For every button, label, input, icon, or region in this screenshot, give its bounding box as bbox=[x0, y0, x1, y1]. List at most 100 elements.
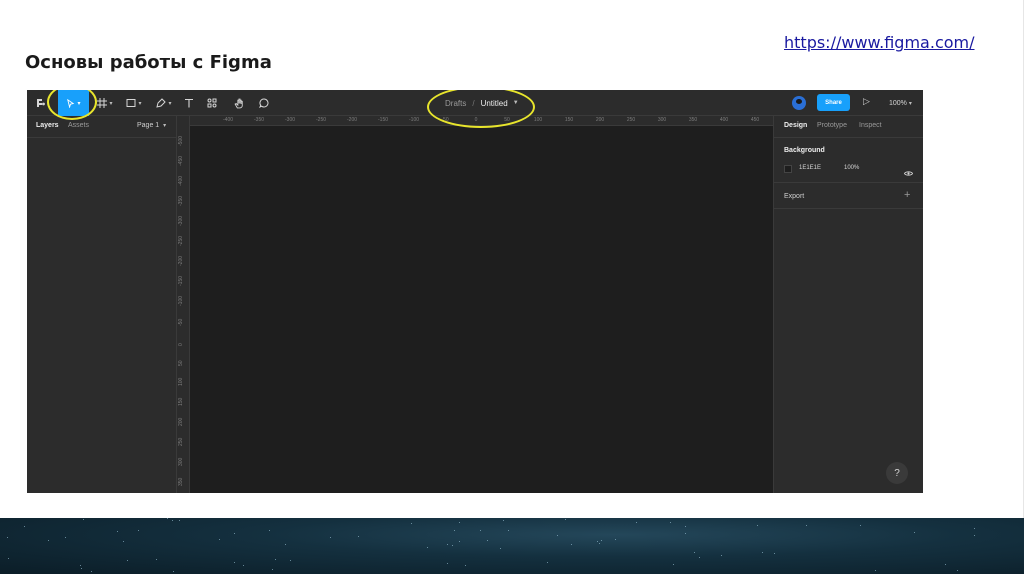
ruler-tick-label: 100 bbox=[178, 377, 184, 386]
ruler-tick: -350 bbox=[178, 196, 184, 207]
chevron-down-icon[interactable]: ▼ bbox=[513, 100, 519, 106]
add-export-icon[interactable]: + bbox=[904, 189, 910, 201]
star-speck bbox=[599, 543, 600, 544]
ruler-tick: -250 bbox=[178, 236, 184, 247]
star-speck bbox=[272, 569, 273, 570]
breadcrumb: Drafts / Untitled ▼ bbox=[445, 90, 519, 116]
layers-panel: Layers Assets Page 1 ▾ bbox=[27, 116, 177, 493]
ruler-tick-label: -100 bbox=[408, 117, 420, 123]
star-speck bbox=[945, 564, 946, 565]
star-speck bbox=[172, 520, 173, 521]
ruler-tick-label: -50 bbox=[441, 117, 449, 123]
tab-inspect[interactable]: Inspect bbox=[859, 122, 882, 129]
ruler-tick-label: 200 bbox=[595, 117, 605, 123]
frame-tool-icon[interactable]: ▾ bbox=[93, 90, 117, 116]
star-speck bbox=[167, 518, 168, 519]
tab-assets[interactable]: Assets bbox=[68, 122, 89, 129]
ruler-tick: 50 bbox=[178, 360, 184, 367]
ruler-tick-label: 150 bbox=[178, 397, 184, 406]
zoom-dropdown[interactable]: 100% ▾ bbox=[889, 90, 912, 116]
star-speck bbox=[173, 571, 174, 572]
export-heading: Export bbox=[784, 193, 805, 200]
ruler-tick: 250 bbox=[178, 438, 184, 447]
ruler-tick-label: -400 bbox=[178, 175, 184, 186]
hand-tool-icon[interactable] bbox=[231, 90, 247, 116]
star-speck bbox=[65, 537, 66, 538]
ruler-tick-label: -350 bbox=[178, 195, 184, 206]
star-speck bbox=[243, 565, 244, 566]
ruler-tick-label: 150 bbox=[564, 117, 574, 123]
star-speck bbox=[452, 545, 453, 546]
ruler-tick-label: -400 bbox=[222, 117, 234, 123]
eye-icon[interactable] bbox=[903, 164, 914, 182]
star-speck bbox=[806, 525, 807, 526]
properties-panel: Design Prototype Inspect Background 1E1E… bbox=[773, 116, 923, 493]
page-name: Page 1 bbox=[137, 122, 160, 129]
star-speck bbox=[774, 553, 775, 554]
rectangle-tool-icon[interactable]: ▾ bbox=[122, 90, 146, 116]
ruler-tick-label: 400 bbox=[719, 117, 729, 123]
chevron-down-icon: ▾ bbox=[163, 123, 167, 129]
divider bbox=[774, 208, 923, 209]
ruler-tick-label: 0 bbox=[178, 343, 184, 346]
breadcrumb-project[interactable]: Drafts bbox=[445, 99, 466, 108]
canvas[interactable] bbox=[191, 127, 773, 493]
ruler-tick-label: 50 bbox=[178, 360, 184, 366]
ruler-tick-label: -150 bbox=[178, 275, 184, 286]
star-speck bbox=[694, 552, 695, 553]
share-button[interactable]: Share bbox=[817, 94, 850, 111]
ruler-tick: 200 bbox=[178, 418, 184, 427]
ruler-tick-label: 450 bbox=[750, 117, 760, 123]
tab-design[interactable]: Design bbox=[784, 122, 807, 129]
tab-prototype[interactable]: Prototype bbox=[817, 122, 847, 129]
star-speck bbox=[454, 530, 455, 531]
star-speck bbox=[447, 544, 448, 545]
ruler-tick-label: -50 bbox=[178, 318, 184, 326]
star-speck bbox=[48, 540, 49, 541]
star-speck bbox=[447, 563, 448, 564]
text-tool-icon[interactable] bbox=[181, 90, 197, 116]
ruler-tick-label: 0 bbox=[474, 117, 478, 123]
ruler-tick: 300 bbox=[178, 458, 184, 467]
help-button[interactable]: ? bbox=[886, 462, 908, 484]
background-swatch[interactable] bbox=[784, 165, 792, 173]
main-menu-icon[interactable] bbox=[31, 90, 51, 116]
star-speck bbox=[670, 522, 671, 523]
page-selector[interactable]: Page 1 ▾ bbox=[137, 122, 166, 129]
star-speck bbox=[860, 525, 861, 526]
ruler-tick: 350 bbox=[178, 478, 184, 487]
ruler-tick: -150 bbox=[178, 276, 184, 287]
tab-layers[interactable]: Layers bbox=[36, 122, 59, 129]
ruler-tick: -500 bbox=[178, 136, 184, 147]
star-speck bbox=[427, 547, 428, 548]
star-speck bbox=[685, 526, 686, 527]
ruler-tick-label: 200 bbox=[178, 417, 184, 426]
star-speck bbox=[636, 522, 637, 523]
ruler-tick: -50 bbox=[178, 319, 184, 327]
move-tool-icon[interactable]: ▾ bbox=[58, 90, 89, 116]
comment-icon[interactable] bbox=[256, 90, 272, 116]
ruler-tick-label: -300 bbox=[284, 117, 296, 123]
star-speck bbox=[269, 530, 270, 531]
avatar[interactable] bbox=[792, 96, 806, 110]
star-speck bbox=[285, 544, 286, 545]
left-panel-tabs: Layers Assets Page 1 ▾ bbox=[27, 116, 177, 138]
star-speck bbox=[91, 571, 92, 572]
file-name[interactable]: Untitled bbox=[481, 99, 508, 108]
star-speck bbox=[8, 558, 9, 559]
star-speck bbox=[459, 541, 460, 542]
ruler-tick: 100 bbox=[178, 378, 184, 387]
ruler-tick-label: 50 bbox=[504, 117, 510, 123]
present-icon[interactable]: ▷ bbox=[863, 96, 870, 107]
star-speck bbox=[615, 539, 616, 540]
star-speck bbox=[411, 523, 412, 524]
figma-link[interactable]: https://www.figma.com/ bbox=[784, 33, 975, 52]
star-speck bbox=[123, 541, 124, 542]
background-hex[interactable]: 1E1E1E bbox=[799, 165, 821, 171]
star-speck bbox=[503, 520, 504, 521]
resources-icon[interactable] bbox=[204, 90, 220, 116]
pen-tool-icon[interactable]: ▾ bbox=[152, 90, 176, 116]
star-speck bbox=[685, 533, 686, 534]
horizontal-ruler: -400 -350 -300 -250 -200 -150 -100 -50 0 50 100 150… bbox=[190, 116, 773, 126]
background-opacity[interactable]: 100% bbox=[844, 165, 859, 171]
